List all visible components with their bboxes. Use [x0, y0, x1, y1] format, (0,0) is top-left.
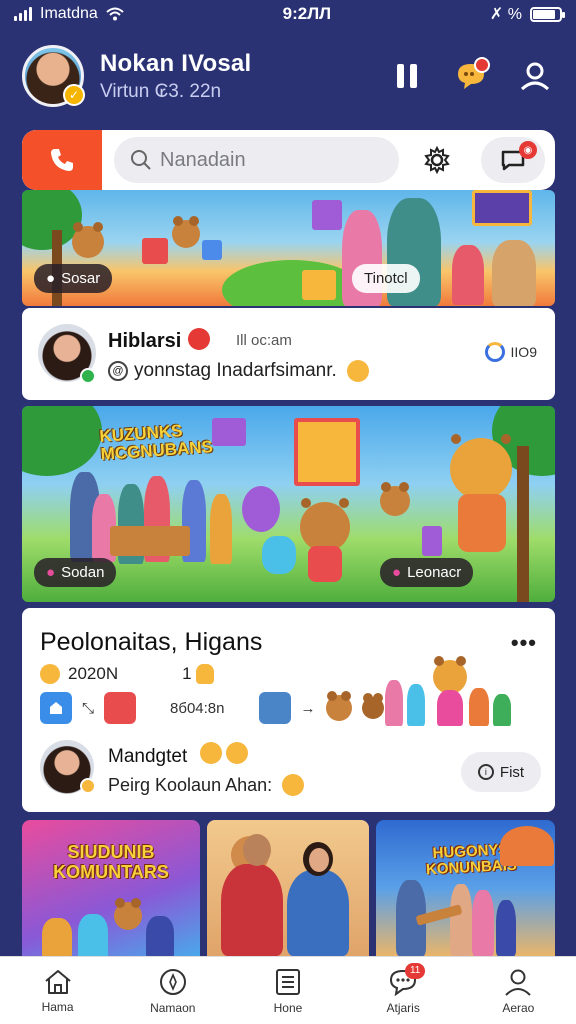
swap-icon: ⤡	[82, 699, 95, 717]
at-icon: @	[108, 361, 128, 381]
smile-emoji-icon	[40, 664, 60, 684]
nav-label-explore: Namaon	[150, 1000, 196, 1015]
tag-icon: ●	[392, 564, 402, 581]
banner2-left-label[interactable]: ● Sodan	[34, 558, 117, 587]
messages-badge: ◉	[519, 141, 537, 159]
tag-icon: ●	[46, 564, 56, 581]
group-stat-count: 1	[182, 664, 192, 683]
group-participants-row: ⤡ 8б04:8n →	[40, 691, 384, 724]
search-input[interactable]	[160, 148, 380, 172]
banner2-title: KUZUNKS MCGNUBANS	[98, 421, 214, 464]
participant-thumb[interactable]	[258, 692, 291, 724]
emoji-icon	[188, 328, 210, 350]
group-stats: 2020N 1	[40, 664, 214, 684]
user-subtitle: Virtun ₢3. 22n	[100, 80, 222, 102]
community-tile-2[interactable]	[207, 820, 369, 956]
community-tile-1[interactable]: SIUDUNIB KOMUNTARS	[22, 820, 200, 956]
header: ✓ Nokan IVosal Virtun ₢3. 22n	[0, 32, 576, 120]
arrow-right-icon: →	[300, 699, 316, 717]
status-time: 9:2ЛЛ	[282, 4, 332, 23]
info-icon: i	[477, 764, 494, 780]
search-icon	[131, 150, 151, 170]
nav-label-home: Hama	[41, 999, 74, 1014]
signal-icon	[14, 7, 32, 21]
group-row-text: 8б04:8n	[170, 699, 225, 717]
notification-badge	[474, 57, 490, 73]
reply-emojis	[200, 742, 248, 764]
message-meta: IIO9	[484, 342, 537, 362]
smile-emoji-icon	[282, 774, 305, 796]
compass-icon	[159, 968, 186, 995]
nav-label-profile: Aerao	[502, 1000, 535, 1015]
profile-icon[interactable]	[516, 57, 554, 95]
home-icon	[44, 969, 71, 994]
reply-name: Mandgtet	[108, 746, 188, 767]
smile-emoji-icon	[346, 360, 369, 382]
search-card: ◉	[22, 130, 555, 190]
banner1-left-label[interactable]: ● Sosar	[34, 264, 113, 293]
community-tile-3[interactable]: HUGONYS KONUNBAIS	[376, 820, 555, 956]
clap-emoji-icon	[226, 742, 248, 764]
group-illustration	[379, 656, 529, 730]
gear-icon	[424, 146, 450, 174]
nav-item-profile[interactable]: Aerao	[470, 967, 566, 1015]
sun-emoji-icon	[200, 742, 222, 764]
profile-icon	[505, 969, 532, 996]
message-card[interactable]: Hiblarsi Ill oc:am @ yonnstag Inadarfsim…	[22, 308, 555, 400]
camera-icon: ●	[46, 270, 56, 287]
badge-icon	[80, 778, 96, 794]
share-icon[interactable]	[40, 692, 72, 724]
nav-item-list[interactable]: Hone	[240, 967, 336, 1015]
community-banner[interactable]: KUZUNKS MCGNUBANS ● Sodan ● Leonacr	[22, 406, 555, 602]
settings-button[interactable]	[417, 140, 457, 180]
tile1-title: SIUDUNIB KOMUNTARS	[53, 842, 169, 882]
bear-character	[325, 691, 352, 721]
phone-button[interactable]	[22, 130, 102, 190]
group-stat-date: 2020N	[68, 664, 119, 683]
featured-banner[interactable]: ● Sosar Tinotcl	[22, 190, 555, 306]
banner2-right-label[interactable]: ● Leonacr	[380, 558, 474, 587]
online-status-icon	[80, 368, 96, 384]
chat-bubble-icon[interactable]	[452, 57, 490, 95]
message-sender: Hiblarsi	[108, 330, 182, 352]
nav-item-explore[interactable]: Namaon	[125, 967, 221, 1015]
verified-badge-icon: ✓	[63, 84, 85, 106]
status-bar: Imatdna 9:2ЛЛ ✗ %	[0, 0, 576, 28]
user-name: Nokan IVosal	[100, 49, 252, 77]
clap-emoji-icon	[195, 664, 214, 684]
group-title: Peolonaitas, Higans	[40, 628, 263, 656]
status-indicators: ✗ %	[489, 6, 522, 23]
nav-label-list: Hone	[273, 1000, 303, 1015]
nav-label-chat: Atjaris	[386, 1000, 420, 1015]
group-card[interactable]: Peolonaitas, Higans ••• 2020N 1 ⤡ 8б04:8…	[22, 608, 555, 812]
messages-button[interactable]: ◉	[481, 137, 545, 183]
bottom-nav: Hama Namaon Hone 11 Atjaris Aerao	[0, 956, 576, 1024]
user-avatar[interactable]: ✓	[22, 45, 85, 107]
nav-item-home[interactable]: Hama	[10, 968, 106, 1014]
nav-chat-badge: 11	[405, 962, 426, 979]
phone-icon	[51, 149, 73, 171]
wifi-icon	[106, 7, 124, 21]
banner1-right-label[interactable]: Tinotcl	[352, 264, 420, 293]
more-options-icon[interactable]: •••	[511, 630, 537, 656]
carrier-label: Imatdna	[40, 5, 98, 22]
search-box[interactable]	[114, 137, 399, 183]
message-time: Ill oc:am	[236, 332, 292, 349]
reply-text: Peirg Koolaun Ahan:	[108, 774, 305, 796]
loading-icon	[484, 342, 505, 362]
first-button[interactable]: i Fist	[461, 752, 541, 792]
message-preview: @ yonnstag Inadarfsimanr.	[108, 360, 369, 382]
pause-icon[interactable]	[388, 57, 426, 95]
battery-icon	[529, 6, 565, 22]
list-icon	[275, 968, 300, 995]
participant-thumb[interactable]	[104, 692, 137, 724]
nav-item-chat[interactable]: 11 Atjaris	[355, 962, 451, 1015]
